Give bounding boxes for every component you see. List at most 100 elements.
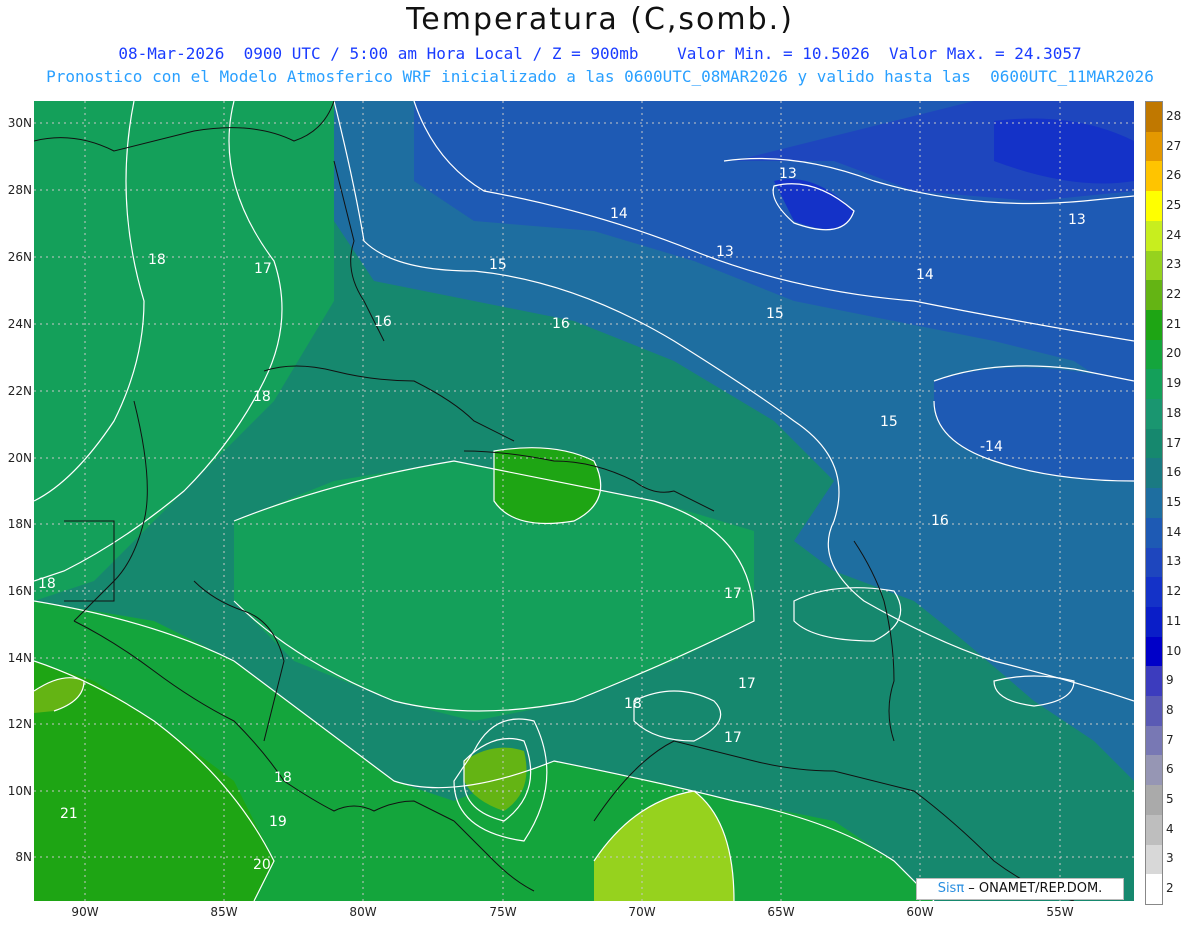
lat-label: 8N [15, 850, 32, 864]
lon-label: 60W [906, 905, 934, 919]
colorbar-swatch [1146, 369, 1162, 400]
lon-label: 65W [767, 905, 795, 919]
colorbar-label: 8 [1166, 702, 1174, 717]
credit-text: – ONAMET/REP.DOM. [964, 881, 1103, 896]
colorbar [1145, 101, 1163, 905]
contour-label: 15 [880, 414, 898, 430]
contour-label: 18 [148, 252, 166, 268]
colorbar-label: 24 [1166, 227, 1182, 242]
colorbar-label: 22 [1166, 287, 1182, 302]
contour-label: 20 [253, 857, 271, 873]
contour-label: 18 [38, 576, 56, 592]
lat-label: 28N [7, 183, 32, 197]
colorbar-label: 9 [1166, 673, 1174, 688]
colorbar-label: 7 [1166, 732, 1174, 747]
colorbar-label: 14 [1166, 524, 1182, 539]
colorbar-label: 11 [1166, 613, 1182, 628]
contour-label: 14 [916, 267, 934, 283]
lat-label: 10N [7, 784, 32, 798]
temperature-map: 18 17 16 16 15 14 13 13 14 13 15 18 18 1… [34, 101, 1134, 901]
map-title: Temperatura (C,somb.) [406, 2, 794, 37]
lon-label: 90W [71, 905, 99, 919]
colorbar-label: 5 [1166, 792, 1174, 807]
contour-label: 18 [253, 389, 271, 405]
colorbar-swatch [1146, 220, 1162, 251]
lat-label: 18N [7, 517, 32, 531]
colorbar-swatch [1146, 636, 1162, 667]
credit-brand: Sisπ [937, 881, 965, 896]
lat-label: 20N [7, 451, 32, 465]
colorbar-label: 10 [1166, 643, 1182, 658]
colorbar-swatch [1146, 161, 1162, 192]
contour-label: 13 [1068, 212, 1086, 228]
colorbar-label: 23 [1166, 257, 1182, 272]
map-subtitle-time: 08-Mar-2026 0900 UTC / 5:00 am Hora Loca… [118, 44, 1082, 63]
colorbar-swatch [1146, 399, 1162, 429]
credit-box: Sisπ – ONAMET/REP.DOM. [916, 878, 1124, 900]
colorbar-swatch [1146, 309, 1162, 340]
colorbar-label: 16 [1166, 465, 1182, 480]
contour-label: 13 [716, 244, 734, 260]
contour-label: 16 [552, 316, 570, 332]
contour-label: 14 [610, 206, 628, 222]
contour-label: 21 [60, 806, 78, 822]
colorbar-label: 21 [1166, 316, 1182, 331]
colorbar-swatch [1146, 666, 1162, 697]
colorbar-label: 27 [1166, 138, 1182, 153]
colorbar-swatch [1146, 606, 1162, 637]
contour-label: 15 [489, 257, 507, 273]
colorbar-label: 13 [1166, 554, 1182, 569]
colorbar-swatch [1146, 696, 1162, 726]
colorbar-swatch [1146, 191, 1162, 221]
lat-label: 26N [7, 250, 32, 264]
lon-label: 85W [210, 905, 238, 919]
colorbar-swatch [1146, 814, 1162, 845]
lon-label: 80W [349, 905, 377, 919]
colorbar-swatch [1146, 725, 1162, 756]
lon-label: 70W [628, 905, 656, 919]
colorbar-swatch [1146, 577, 1162, 607]
lon-label: 75W [489, 905, 517, 919]
colorbar-swatch [1146, 517, 1162, 548]
lat-label: 14N [7, 651, 32, 665]
map-subtitle-model: Pronostico con el Modelo Atmosferico WRF… [46, 67, 1154, 86]
lon-label: 55W [1046, 905, 1074, 919]
lat-label: 12N [7, 717, 32, 731]
colorbar-swatch [1146, 844, 1162, 875]
contour-label: 18 [624, 696, 642, 712]
contour-label: -14 [980, 439, 1003, 455]
colorbar-label: 17 [1166, 435, 1182, 450]
colorbar-swatch [1146, 488, 1162, 518]
colorbar-swatch [1146, 102, 1162, 132]
colorbar-label: 26 [1166, 168, 1182, 183]
colorbar-swatch [1146, 755, 1162, 786]
field-green-hispaniola [494, 447, 601, 524]
contour-label: 16 [374, 314, 392, 330]
contour-label: 13 [779, 166, 797, 182]
contour-label: 19 [269, 814, 287, 830]
contour-label: 16 [931, 513, 949, 529]
colorbar-swatch [1146, 339, 1162, 370]
colorbar-label: 3 [1166, 851, 1174, 866]
lat-label: 30N [7, 116, 32, 130]
lat-label: 22N [7, 384, 32, 398]
colorbar-swatch [1146, 547, 1162, 578]
colorbar-swatch [1146, 874, 1162, 904]
contour-label: 15 [766, 306, 784, 322]
colorbar-label: 4 [1166, 821, 1174, 836]
colorbar-label: 28 [1166, 108, 1182, 123]
colorbar-label: 6 [1166, 762, 1174, 777]
colorbar-swatch [1146, 280, 1162, 310]
colorbar-label: 15 [1166, 495, 1182, 509]
colorbar-label: 25 [1166, 197, 1182, 212]
colorbar-label: 19 [1166, 376, 1182, 391]
colorbar-swatch [1146, 428, 1162, 459]
colorbar-label: 12 [1166, 584, 1182, 599]
colorbar-swatch [1146, 458, 1162, 489]
colorbar-label: 18 [1166, 405, 1182, 420]
colorbar-label: 20 [1166, 346, 1182, 361]
contour-label: 18 [274, 770, 292, 786]
contour-label: 17 [254, 261, 272, 277]
lat-label: 24N [7, 317, 32, 331]
colorbar-label: 2 [1166, 881, 1174, 896]
